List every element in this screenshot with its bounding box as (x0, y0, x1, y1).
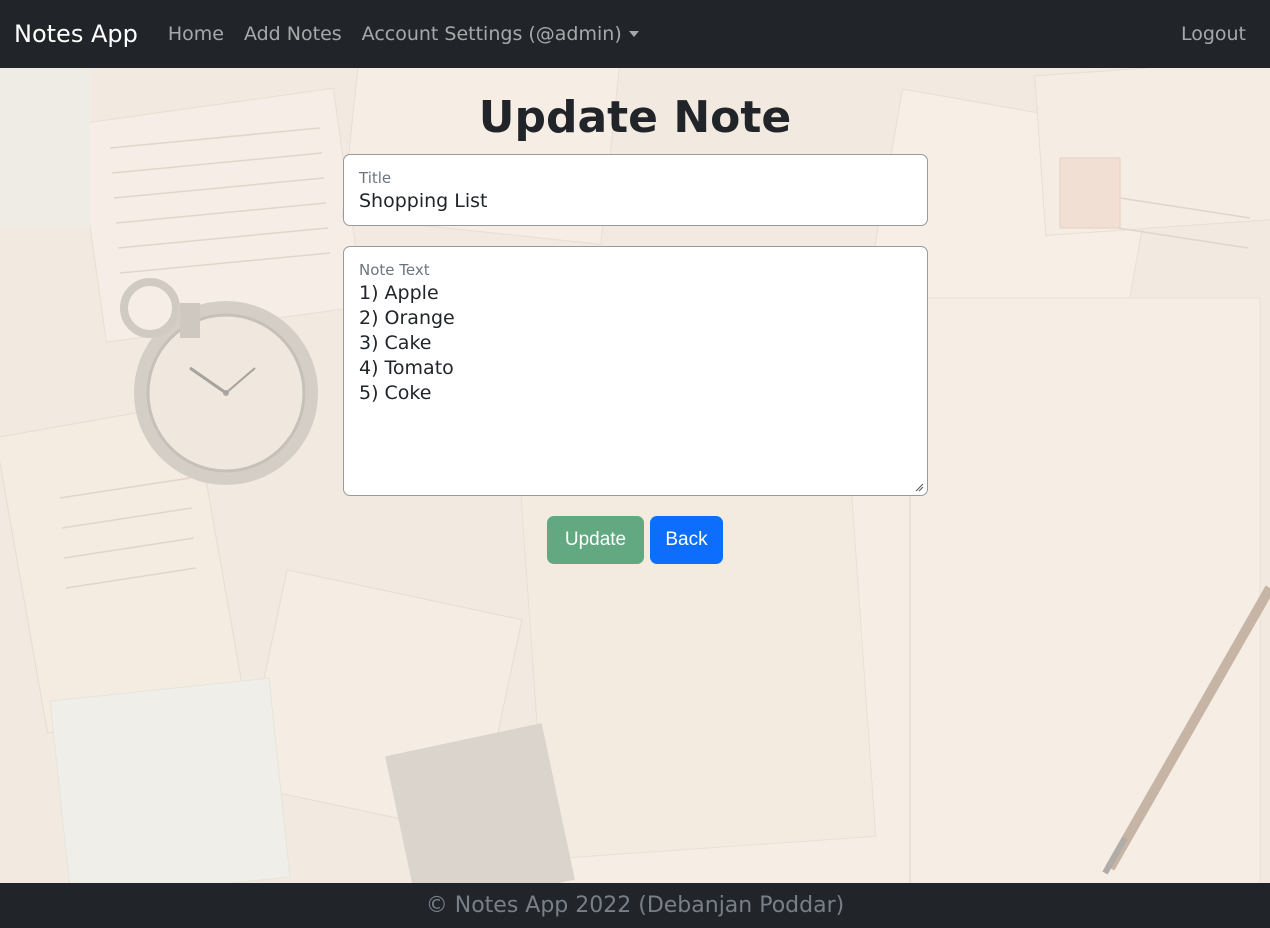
nav-dropdown-account-settings[interactable]: Account Settings (@admin) (352, 23, 649, 45)
brand-link[interactable]: Notes App (14, 20, 138, 48)
nav-link-add-notes[interactable]: Add Notes (234, 23, 352, 45)
resize-grip-icon[interactable] (914, 482, 924, 492)
note-text-label: Note Text (359, 261, 430, 279)
update-button[interactable]: Update (547, 516, 644, 564)
title-input[interactable]: Shopping List (359, 189, 912, 214)
page-title: Update Note (478, 92, 792, 143)
back-button[interactable]: Back (650, 516, 723, 564)
footer: © Notes App 2022 (Debanjan Poddar) (0, 883, 1270, 928)
title-label: Title (359, 169, 392, 187)
caret-down-icon (628, 31, 639, 37)
note-text-textarea[interactable]: 1) Apple 2) Orange 3) Cake 4) Tomato 5) … (359, 281, 912, 406)
navbar: Notes App Home Add Notes Account Setting… (0, 0, 1270, 68)
logout-link[interactable]: Logout (1171, 23, 1256, 45)
title-field[interactable]: Title Shopping List (343, 154, 928, 226)
note-text-field[interactable]: Note Text 1) Apple 2) Orange 3) Cake 4) … (343, 246, 928, 496)
account-settings-label: Account Settings (@admin) (361, 23, 622, 45)
footer-text: © Notes App 2022 (Debanjan Poddar) (425, 893, 845, 918)
nav-link-home[interactable]: Home (158, 23, 234, 45)
